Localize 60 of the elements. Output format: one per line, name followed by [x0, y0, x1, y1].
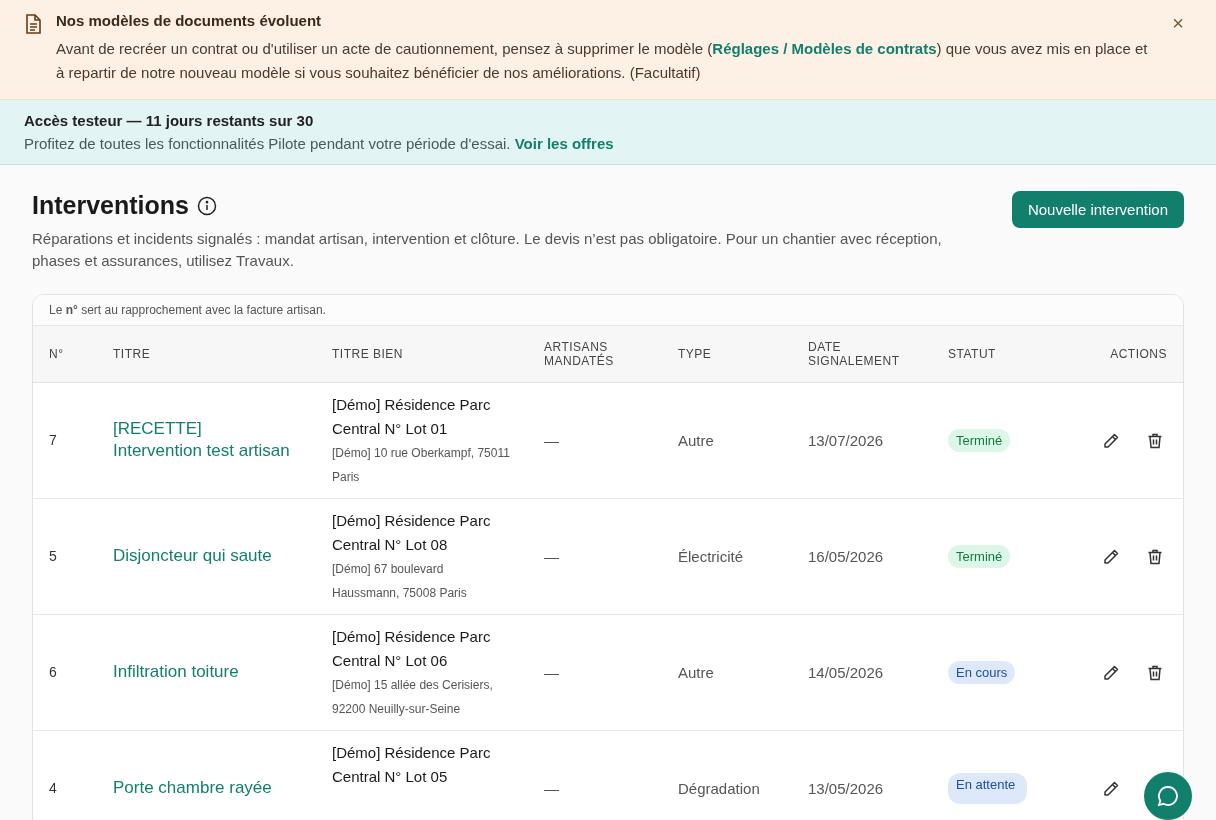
table-cell: Électricité	[662, 498, 792, 614]
table-cell: 13/05/2026	[792, 730, 932, 820]
property-address: [Démo] 10 rue Oberkampf, 75011 Paris	[332, 444, 511, 486]
table-cell: 13/07/2026	[792, 382, 932, 498]
column-header: ARTISANS MANDATÉS	[528, 326, 662, 382]
notice-title: Nos modèles de documents évoluent	[56, 12, 323, 29]
close-button[interactable]: ×	[1164, 12, 1192, 35]
page-description: Réparations et incidents signalés : mandat artisan, intervention et clôture. Le devis n’est pas obligatoire. Pour un chantier avec réception, phases et assurances, utilisez Travaux.	[32, 229, 943, 271]
column-header: STATUT	[932, 326, 1060, 382]
table-cell: 4	[33, 730, 97, 820]
property-address: [Démo] 67 boulevard Haussmann, 75008 Paris	[332, 560, 468, 602]
property-title: [Démo] Résidence Parc Central N° Lot 05	[332, 742, 492, 787]
status-badge: En cours	[948, 660, 1016, 684]
page-title: Interventions	[32, 191, 189, 220]
column-header: TITRE BIEN	[316, 326, 528, 382]
table-caption: Le n° sert au rapprochement avec la facture artisan.	[33, 295, 1183, 326]
table-cell: —	[528, 614, 662, 730]
table-cell: 5	[33, 498, 97, 614]
intervention-title-link[interactable]: Porte chambre rayée	[113, 777, 291, 799]
table-cell: Dégradation	[662, 730, 792, 820]
intervention-title-link[interactable]: Infiltration toiture	[113, 661, 291, 683]
table-cell: —	[528, 382, 662, 498]
table-cell: —	[528, 498, 662, 614]
column-header: DATE SIGNALEMENT	[792, 326, 932, 382]
property-title: [Démo] Résidence Parc Central N° Lot 06	[332, 626, 492, 671]
table-cell: Autre	[662, 614, 792, 730]
property-address: [Démo] 15 allée des Cerisiers, 92200 Neuilly-sur-Seine	[332, 676, 494, 718]
edit-icon[interactable]	[1102, 779, 1120, 798]
intervention-title-link[interactable]: Disjoncteur qui saute	[113, 545, 291, 567]
info-icon[interactable]	[197, 195, 217, 216]
offers-link[interactable]: Voir les offres	[514, 135, 614, 152]
status-badge: Terminé	[948, 428, 1011, 452]
settings-link[interactable]: Réglages / Modèles de contrats	[712, 40, 937, 57]
column-header: TITRE	[97, 326, 316, 382]
edit-icon[interactable]	[1102, 663, 1120, 682]
property-title: [Démo] Résidence Parc Central N° Lot 01	[332, 394, 492, 439]
column-header: ACTIONS	[1060, 326, 1183, 382]
edit-icon[interactable]	[1102, 431, 1120, 450]
document-icon	[24, 14, 42, 34]
delete-icon[interactable]	[1146, 547, 1164, 566]
table-cell: 14/05/2026	[792, 614, 932, 730]
delete-icon[interactable]	[1146, 663, 1164, 682]
table-cell: —	[528, 730, 662, 820]
table-cell: Autre	[662, 382, 792, 498]
property-title: [Démo] Résidence Parc Central N° Lot 08	[332, 510, 492, 555]
trial-text: Profitez de toutes les fonctionnalités Pilote pendant votre période d'essai. Voir les offres	[24, 135, 615, 152]
status-badge: En attente	[948, 772, 1028, 804]
intervention-title-link[interactable]: [RECETTE] Intervention test artisan	[113, 418, 291, 462]
new-intervention-button[interactable]: Nouvelle intervention	[1011, 191, 1184, 228]
table-cell: 7	[33, 382, 97, 498]
table-cell: 16/05/2026	[792, 498, 932, 614]
column-header: N°	[33, 326, 97, 382]
notice-text: Avant de recréer un contrat ou d'utiliser un acte de cautionnement, pensez à supprimer le modèle (Réglages / Modèles de contrats) que vous avez mis en place et à repartir de notre nouveau modèle si vous souhaitez bénéficier de nos améliorations. (Facultatif)	[56, 39, 1149, 83]
table-cell: 6	[33, 614, 97, 730]
column-header: TYPE	[662, 326, 792, 382]
delete-icon[interactable]	[1146, 431, 1164, 450]
chat-icon	[1157, 785, 1179, 807]
status-badge: Terminé	[948, 544, 1011, 568]
edit-icon[interactable]	[1102, 547, 1120, 566]
trial-title: Accès testeur — 11 jours restants sur 30	[24, 112, 315, 129]
